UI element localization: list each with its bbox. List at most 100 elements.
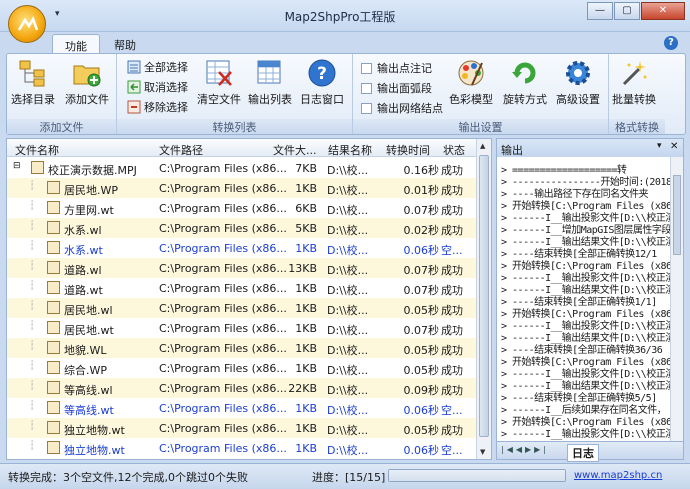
cell-name: 地貌.WL — [64, 344, 107, 357]
cell-size: 1KB — [295, 442, 317, 455]
table-row[interactable]: ┆ 居民地.WP C:\Program Files (x86... 1KB D:\\校.… — [7, 178, 477, 198]
tab-functions[interactable]: 功能 — [52, 34, 100, 54]
output-panel: 输出 ▾ ✕ > ===================转 > ---------… — [496, 138, 684, 462]
file-icon — [47, 321, 60, 334]
cell-time: 0.07秒 — [403, 284, 440, 297]
file-list-panel: 文件名称 文件路径 文件大... 结果名称 转换时间 状态 ⊟ 校正演示数据.MP… — [6, 138, 492, 460]
cell-status: 成功 — [441, 304, 463, 317]
cell-result: D:\\校... — [327, 384, 369, 397]
table-row[interactable]: ┆ 独立地物.wt C:\Program Files (x86... 1KB D:\\校… — [7, 418, 477, 438]
output-scrollbar[interactable] — [670, 157, 683, 441]
option-output-point-labels[interactable]: 输出点注记 — [361, 60, 432, 76]
table-row[interactable]: ┆ 道路.wt C:\Program Files (x86... 1KB D:\\校..… — [7, 278, 477, 298]
log-line: > ------I__输出投影文件[D:\\校正演 — [501, 429, 675, 440]
table-row[interactable]: ┆ 居民地.wt C:\Program Files (x86... 1KB D:\\校.… — [7, 318, 477, 338]
table-row[interactable]: ┆ 居民地.wl C:\Program Files (x86... 1KB D:\\校.… — [7, 298, 477, 318]
col-file-path[interactable]: 文件路径 — [159, 142, 203, 158]
cell-path: C:\Program Files (x86... — [159, 302, 287, 315]
output-scroll-thumb[interactable] — [673, 175, 681, 255]
checkbox-nodes[interactable] — [361, 102, 372, 114]
app-logo-icon — [17, 15, 39, 31]
maximize-button[interactable]: ▢ — [614, 2, 640, 20]
remove-selected-button[interactable]: 移除选择 — [127, 99, 188, 115]
cell-time: 0.06秒 — [403, 444, 440, 457]
option-output-arcs[interactable]: 输出面弧段 — [361, 80, 432, 96]
title-bar: ▾ Map2ShpPro工程版 — ▢ ✕ — [0, 0, 690, 43]
cell-name: 居民地.WP — [64, 184, 119, 197]
table-row[interactable]: ┆ 独立地物.wt C:\Program Files (x86... 1KB D:\\校… — [7, 438, 477, 458]
quick-access-dropdown[interactable]: ▾ — [55, 9, 60, 19]
cell-result: D:\\校... — [327, 164, 369, 177]
table-row[interactable]: ┆ 水系.wl C:\Program Files (x86... 5KB D:\\校..… — [7, 218, 477, 238]
output-list-button[interactable]: 输出列表 — [248, 58, 292, 107]
table-row[interactable]: ┆ 综合.WP C:\Program Files (x86... 1KB D:\\校..… — [7, 358, 477, 378]
table-row[interactable]: ┆ 等高线.wl C:\Program Files (x86... 22KB D:\\校… — [7, 378, 477, 398]
output-list-label: 输出列表 — [248, 93, 292, 106]
group-add-files: 选择目录 添加文件 添加文件 — [7, 54, 117, 134]
cell-time: 0.05秒 — [403, 424, 440, 437]
col-file-name[interactable]: 文件名称 — [15, 142, 59, 158]
output-nav-icons[interactable]: |◀◀▶▶| — [501, 445, 549, 454]
minimize-button[interactable]: — — [587, 2, 613, 20]
option-output-nodes[interactable]: 输出网络结点 — [361, 100, 443, 116]
cell-size: 1KB — [295, 182, 317, 195]
table-row[interactable]: ⊟ 校正演示数据.MPJ C:\Program Files (x86... 7KB D:… — [7, 158, 477, 178]
col-file-size[interactable]: 文件大... — [273, 142, 317, 158]
cell-size: 1KB — [295, 402, 317, 415]
cell-status: 空... — [441, 244, 463, 257]
help-circle-icon: ? — [307, 58, 337, 88]
cell-name: 综合.WP — [64, 364, 108, 377]
col-result-name[interactable]: 结果名称 — [328, 142, 372, 158]
cell-name: 等高线.wt — [64, 404, 114, 417]
table-row[interactable]: ┆ 地貌.WL C:\Program Files (x86... 1KB D:\\校..… — [7, 338, 477, 358]
col-convert-time[interactable]: 转换时间 — [386, 142, 430, 158]
cell-result: D:\\校... — [327, 404, 369, 417]
cell-path: C:\Program Files (x86... — [159, 222, 287, 235]
cell-time: 0.01秒 — [403, 184, 440, 197]
checkbox-arcs[interactable] — [361, 82, 372, 94]
cell-name: 方里网.wt — [64, 204, 114, 217]
arcs-label: 输出面弧段 — [377, 82, 432, 95]
cell-name: 独立地物.wt — [64, 424, 125, 437]
app-menu-button[interactable] — [8, 5, 46, 43]
clear-files-button[interactable]: 清空文件 — [197, 58, 241, 107]
advanced-settings-button[interactable]: 高级设置 — [556, 58, 600, 107]
rotate-mode-button[interactable]: 旋转方式 — [503, 58, 547, 107]
website-link[interactable]: www.map2shp.cn — [574, 470, 662, 481]
table-row[interactable]: ┆ 方里网.wt C:\Program Files (x86... 6KB D:\\校.… — [7, 198, 477, 218]
color-model-button[interactable]: 色彩模型 — [449, 58, 493, 107]
close-button[interactable]: ✕ — [641, 2, 685, 20]
batch-convert-button[interactable]: 批量转换 — [612, 58, 656, 107]
cell-result: D:\\校... — [327, 444, 369, 457]
table-row[interactable]: ┆ 等高线.wt C:\Program Files (x86... 1KB D:\\校.… — [7, 398, 477, 418]
tab-log[interactable]: 日志 — [567, 444, 599, 462]
close-panel-icon[interactable]: ✕ — [670, 141, 678, 152]
help-icon[interactable]: ? — [664, 36, 678, 50]
scroll-down-icon[interactable]: ▼ — [480, 448, 485, 456]
pin-icon[interactable]: ▾ — [657, 141, 662, 151]
cell-status: 成功 — [441, 264, 463, 277]
cell-status: 成功 — [441, 344, 463, 357]
tree-line-icon: ┆ — [29, 180, 36, 191]
tree-line-icon: ┆ — [29, 300, 36, 311]
ribbon: 选择目录 添加文件 添加文件 全部选择 取消选择 移除选择 清空文件 输出列表 … — [6, 53, 686, 135]
tree-collapse-icon[interactable]: ⊟ — [13, 161, 21, 171]
file-list-scrollbar[interactable]: ▲ ▼ — [476, 139, 491, 459]
select-all-button[interactable]: 全部选择 — [127, 59, 188, 75]
tab-help[interactable]: 帮助 — [102, 34, 148, 54]
add-file-button[interactable]: 添加文件 — [65, 58, 109, 107]
col-status[interactable]: 状态 — [443, 142, 465, 158]
cell-result: D:\\校... — [327, 264, 369, 277]
cell-size: 7KB — [295, 162, 317, 175]
deselect-button[interactable]: 取消选择 — [127, 79, 188, 95]
log-window-button[interactable]: ? 日志窗口 — [300, 58, 344, 107]
scroll-thumb[interactable] — [479, 155, 489, 437]
scroll-up-icon[interactable]: ▲ — [480, 142, 485, 150]
batch-convert-label: 批量转换 — [612, 93, 656, 106]
group-label-add-files: 添加文件 — [7, 119, 116, 134]
table-row[interactable]: ┆ 水系.wt C:\Program Files (x86... 1KB D:\\校..… — [7, 238, 477, 258]
cell-result: D:\\校... — [327, 304, 369, 317]
table-row[interactable]: ┆ 道路.wl C:\Program Files (x86... 13KB D:\\校.… — [7, 258, 477, 278]
checkbox-point-labels[interactable] — [361, 62, 372, 74]
select-directory-button[interactable]: 选择目录 — [11, 58, 55, 107]
